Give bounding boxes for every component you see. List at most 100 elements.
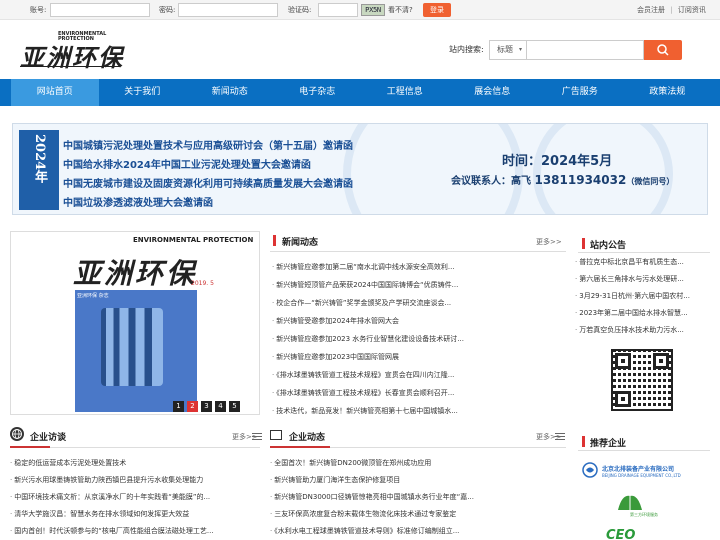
partner-name: 北京北排装备产业有限公司 xyxy=(602,466,675,473)
password-label: 密码: xyxy=(159,6,176,14)
nav-projects[interactable]: 工程信息 xyxy=(361,79,449,106)
slide-pager: 1 2 3 4 5 xyxy=(173,401,240,412)
news-divider xyxy=(270,251,566,252)
slide-dot[interactable]: 1 xyxy=(173,401,184,412)
list-item[interactable]: 第六届长三角排水与污水处理研... xyxy=(575,274,710,291)
list-item[interactable]: 新兴铸管助力厦门海洋生态保护修复项目 xyxy=(270,475,566,492)
subscribe-link[interactable]: 订阅资讯 xyxy=(678,6,706,14)
list-item[interactable]: 《水利水电工程球墨铸铁管道技术导则》标准修订编制组立... xyxy=(270,526,566,540)
company-news-underline xyxy=(270,446,330,448)
list-item[interactable]: 新兴铸管应邀参加2023 水务行业智慧化建设设备技术研讨... xyxy=(272,334,564,352)
interviews-title: 企业访谈 xyxy=(30,433,67,443)
list-item[interactable]: 国内首创！时代沃顿参与的“核电厂高性能组合膜法磁处理工艺... xyxy=(10,526,260,540)
list-item[interactable]: 新兴污水用球墨铸铁管助力陕西镇巴县提升污水收集处理能力 xyxy=(10,475,260,492)
slide-dot-active[interactable]: 2 xyxy=(187,401,198,412)
nav-news[interactable]: 新闻动态 xyxy=(186,79,274,106)
list-item[interactable]: 三友环保高浓度复合粉末载体生物流化床技术通过专家鉴定 xyxy=(270,509,566,526)
list-item[interactable]: 新兴铸管DN3000口径铸管惊艳亮相中国城镇水务行业年度“嘉... xyxy=(270,492,566,509)
nav-home[interactable]: 网站首页 xyxy=(11,79,99,106)
company-news-list: 全国首次！新兴铸管DN200微顶管在郑州成功应用 新兴铸管助力厦门海洋生态保护修… xyxy=(270,458,566,540)
magazine-english: ENVIRONMENTAL PROTECTION xyxy=(133,236,254,244)
banner-line: 中国城镇污泥处理处置技术与应用高级研讨会（第十五届）邀请函 xyxy=(63,141,353,152)
more-lines-icon xyxy=(252,433,262,440)
globe-icon xyxy=(10,427,24,441)
list-item[interactable]: 普拉克中标北京昌平有机质生态... xyxy=(575,257,710,274)
register-link[interactable]: 会员注册 xyxy=(637,6,665,14)
list-item[interactable]: 《排水球墨铸铁管道工程技术规程》长春宣贯会顺利召开... xyxy=(272,388,564,406)
interviews-underline xyxy=(10,446,50,448)
list-item[interactable]: 新兴铸管短顶管产品荣获2024中国国际铸博会“优质铸件... xyxy=(272,280,564,298)
banner-time: 时间：2024年5月 xyxy=(502,154,613,169)
partners-divider xyxy=(578,450,710,451)
magazine-title: 亚洲环保 xyxy=(73,257,198,290)
more-lines-icon xyxy=(555,433,565,440)
notice-title-bar xyxy=(582,238,585,249)
magazine-issue: 2019. 5 xyxy=(191,280,214,287)
nav-emagazine[interactable]: 电子杂志 xyxy=(274,79,362,106)
partner-logo-beipai[interactable]: 北京北排装备产业有限公司 BEIJING DRAINAGE EQUIPMENT … xyxy=(582,462,708,482)
search-button[interactable] xyxy=(644,40,682,60)
magazine-cover: 亚洲环保 杂志 xyxy=(75,290,197,412)
beipai-logo-icon xyxy=(582,462,598,478)
search-icon xyxy=(657,44,669,56)
conference-banner[interactable]: 2024年 中国城镇污泥处理处置技术与应用高级研讨会（第十五届）邀请函 中国给水… xyxy=(12,123,708,215)
search-input[interactable] xyxy=(527,40,644,60)
partner-name: 第三方环境服务 xyxy=(630,512,658,517)
list-item[interactable]: 校企合作—“新兴铸管”奖学金颁奖及产学研交流座谈会... xyxy=(272,298,564,316)
link-separator: | xyxy=(670,6,673,14)
list-item[interactable]: 新兴铸管受邀参加2024年排水管网大会 xyxy=(272,316,564,334)
nav-advertising[interactable]: 广告服务 xyxy=(536,79,624,106)
news-more-link[interactable]: 更多>> xyxy=(536,237,562,247)
slide-dot[interactable]: 3 xyxy=(201,401,212,412)
interviews-divider xyxy=(50,447,260,448)
interviews-list: 稳定的低运营成本污泥处理处置技术 新兴污水用球墨铸铁管助力陕西镇巴县提升污水收集… xyxy=(10,458,260,540)
banner-line: 中国无废城市建设及固废资源化利用可持续高质量发展大会邀请函 xyxy=(63,179,353,190)
list-item[interactable]: 新兴铸管应邀参加第二届“南水北调中线水源安全高效利... xyxy=(272,262,564,280)
slide-dot[interactable]: 4 xyxy=(215,401,226,412)
document-icon xyxy=(270,430,282,440)
search-type-value: 标题 xyxy=(497,45,513,54)
cover-tag: 亚洲环保 杂志 xyxy=(77,293,109,299)
banner-line: 中国垃圾渗透滤液处理大会邀请函 xyxy=(63,198,213,209)
list-item[interactable]: 中国环境技术痛文析：从京溪净水厂的十年实践看“美能膜”的... xyxy=(10,492,260,509)
password-input[interactable] xyxy=(178,3,278,17)
slide-dot[interactable]: 5 xyxy=(229,401,240,412)
list-item[interactable]: 技术迭代，新品竞发！新兴铸管亮相第十七届中国城镇水... xyxy=(272,406,564,424)
news-list: 新兴铸管应邀参加第二届“南水北调中线水源安全高效利... 新兴铸管短顶管产品荣获… xyxy=(272,262,564,424)
news-title: 新闻动态 xyxy=(282,238,319,248)
partner-logo-ceo[interactable]: CEO xyxy=(606,528,635,540)
list-item[interactable]: 万若真空负压排水技术助力污水... xyxy=(575,325,710,342)
list-item[interactable]: 2023年第二届中国给水排水智慧... xyxy=(575,308,710,325)
captcha-input[interactable] xyxy=(318,3,358,17)
nav-about[interactable]: 关于我们 xyxy=(99,79,187,106)
nav-policy[interactable]: 政策法规 xyxy=(624,79,712,106)
refresh-captcha-link[interactable]: 看不清? xyxy=(388,5,413,15)
nav-exhibitions[interactable]: 展会信息 xyxy=(449,79,537,106)
partners-title-bar xyxy=(582,436,585,447)
leaf-logo-icon xyxy=(618,495,642,510)
partner-logo-green[interactable]: 第三方环境服务 xyxy=(610,492,690,520)
login-button[interactable]: 登录 xyxy=(423,3,451,17)
partner-name-en: BEIJING DRAINAGE EQUIPMENT CO.,LTD xyxy=(602,473,681,478)
logo-text: 亚洲环保 xyxy=(20,43,124,72)
notice-divider xyxy=(578,252,710,253)
list-item[interactable]: 新兴铸管应邀参加2023中国国际管网展 xyxy=(272,352,564,370)
pipes-image xyxy=(101,308,163,386)
company-news-title: 企业动态 xyxy=(289,433,326,443)
account-label: 账号: xyxy=(30,6,47,14)
banner-contact: 会议联系人：高飞 13811934032（微信同号） xyxy=(451,173,675,187)
magazine-slideshow[interactable]: ENVIRONMENTAL PROTECTION 亚洲环保 2019. 5 亚洲… xyxy=(10,231,260,415)
list-item[interactable]: 清华大学施汉昌：智慧水务在排水领域如何发挥更大效益 xyxy=(10,509,260,526)
banner-line: 中国给水排水2024年中国工业污泥处理处置大会邀请函 xyxy=(63,160,311,171)
qr-code xyxy=(611,349,673,411)
site-logo[interactable]: 亚洲环保 ENVIRONMENTAL PROTECTION xyxy=(16,30,126,72)
captcha-image[interactable]: PX5N xyxy=(361,4,385,16)
news-title-bar xyxy=(273,235,276,246)
list-item[interactable]: 《排水球墨铸铁管道工程技术规程》宣贯会在四川内江隆... xyxy=(272,370,564,388)
list-item[interactable]: 全国首次！新兴铸管DN200微顶管在郑州成功应用 xyxy=(270,458,566,475)
company-news-divider xyxy=(330,447,566,448)
list-item[interactable]: 3月29-31日杭州·第六届中国农村... xyxy=(575,291,710,308)
account-input[interactable] xyxy=(50,3,150,17)
list-item[interactable]: 稳定的低运营成本污泥处理处置技术 xyxy=(10,458,260,475)
search-type-select[interactable]: 标题 ▾ xyxy=(489,40,527,60)
